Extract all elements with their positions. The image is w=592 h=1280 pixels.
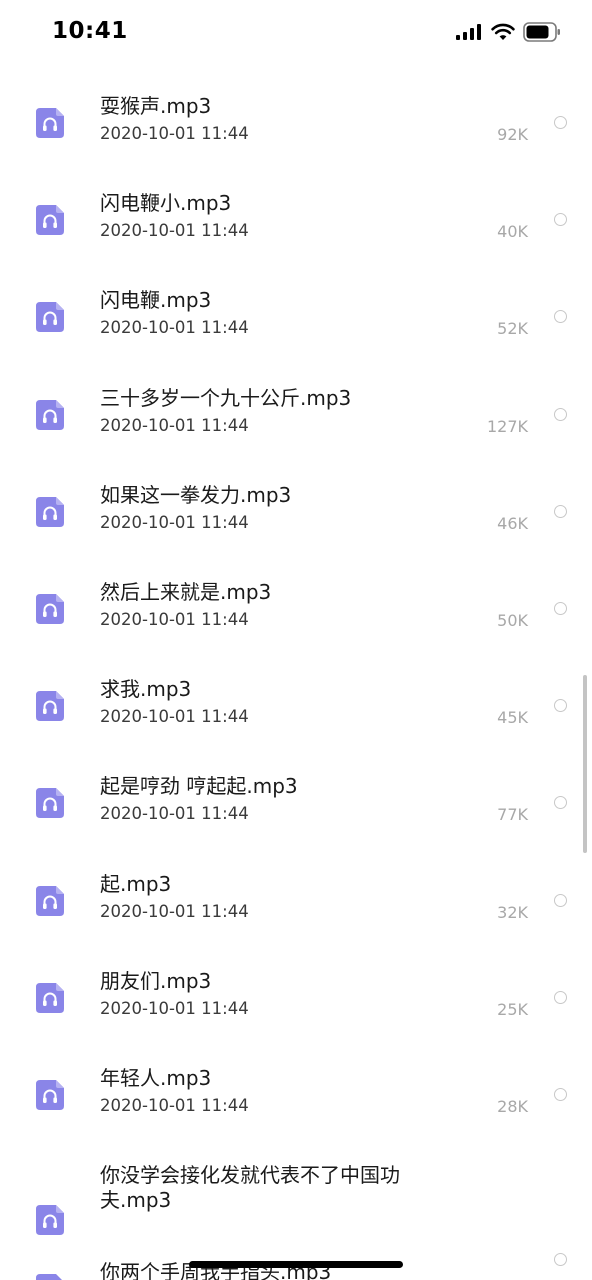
select-radio[interactable] <box>554 990 567 1004</box>
file-date: 2020-10-01 11:44 <box>100 1095 249 1115</box>
file-size: 25K <box>497 999 528 1019</box>
file-name: 起是哼劲 哼起起.mp3 <box>100 774 298 799</box>
audio-file-icon <box>36 302 64 333</box>
file-name: 求我.mp3 <box>100 677 192 702</box>
audio-file-icon <box>36 885 64 916</box>
file-name: 你没学会接化发就代表不了中国功夫.mp3 <box>100 1163 400 1213</box>
audio-file-icon <box>36 108 64 138</box>
select-radio[interactable] <box>554 213 567 227</box>
file-name: 如果这一拳发力.mp3 <box>100 482 292 507</box>
home-indicator[interactable] <box>189 1261 403 1268</box>
select-radio[interactable] <box>554 1087 567 1101</box>
select-radio[interactable] <box>554 116 567 129</box>
select-radio[interactable] <box>554 893 567 907</box>
battery-icon <box>523 22 560 42</box>
status-time: 10:41 <box>52 18 128 44</box>
audio-file-icon <box>36 205 64 236</box>
audio-file-icon <box>36 982 64 1013</box>
audio-file-icon <box>36 496 64 527</box>
audio-file-icon <box>36 1205 64 1236</box>
list-item[interactable]: 求我.mp3 2020-10-01 11:44 45K <box>0 651 592 748</box>
list-item[interactable]: 耍猴声.mp3 2020-10-01 11:44 92K <box>0 68 592 165</box>
cellular-signal-icon <box>456 24 481 40</box>
file-date: 2020-10-01 11:44 <box>100 901 249 921</box>
select-radio[interactable] <box>554 601 567 615</box>
screen: 10:41 耍猴声.mp3 2020-10-01 11:44 92K 闪电鞭小.… <box>0 0 592 1280</box>
select-radio[interactable] <box>554 407 567 421</box>
audio-file-icon <box>36 593 64 624</box>
file-size: 45K <box>497 708 528 728</box>
audio-file-icon <box>36 399 64 430</box>
file-date: 2020-10-01 11:44 <box>100 124 249 143</box>
status-bar: 10:41 <box>0 0 592 66</box>
list-item[interactable]: 闪电鞭.mp3 2020-10-01 11:44 52K <box>0 262 592 359</box>
wifi-icon <box>491 23 515 40</box>
list-item[interactable]: 朋友们.mp3 2020-10-01 11:44 25K <box>0 943 592 1040</box>
scrollbar[interactable] <box>583 675 587 853</box>
audio-file-icon <box>36 1079 64 1110</box>
audio-file-icon <box>36 691 64 722</box>
select-radio[interactable] <box>554 796 567 810</box>
file-name: 三十多岁一个九十公斤.mp3 <box>100 385 352 410</box>
file-date: 2020-10-01 11:44 <box>100 707 249 727</box>
file-name: 起.mp3 <box>100 871 172 896</box>
file-date: 2020-10-01 11:44 <box>100 804 249 824</box>
file-size: 77K <box>497 805 528 825</box>
file-name: 闪电鞭.mp3 <box>100 288 212 313</box>
file-name: 耍猴声.mp3 <box>100 94 212 118</box>
list-item[interactable]: 然后上来就是.mp3 2020-10-01 11:44 50K <box>0 554 592 651</box>
file-date: 2020-10-01 11:44 <box>100 512 249 532</box>
file-size: 32K <box>497 902 528 922</box>
file-date: 2020-10-01 11:44 <box>100 998 249 1018</box>
file-size: 46K <box>497 513 528 533</box>
list-item[interactable]: 三十多岁一个九十公斤.mp3 2020-10-01 11:44 127K <box>0 360 592 457</box>
file-size: 40K <box>497 222 528 242</box>
select-radio[interactable] <box>554 310 567 324</box>
file-size: 50K <box>497 610 528 630</box>
file-size: 28K <box>497 1096 528 1116</box>
list-item[interactable]: 年轻人.mp3 2020-10-01 11:44 28K <box>0 1040 592 1137</box>
file-name: 闪电鞭小.mp3 <box>100 191 232 216</box>
file-name: 年轻人.mp3 <box>100 1065 212 1090</box>
file-size: 92K <box>497 125 528 144</box>
audio-file-icon <box>36 788 64 819</box>
list-item[interactable]: 如果这一拳发力.mp3 2020-10-01 11:44 46K <box>0 457 592 554</box>
list-item[interactable]: 闪电鞭小.mp3 2020-10-01 11:44 40K <box>0 165 592 262</box>
file-list: 耍猴声.mp3 2020-10-01 11:44 92K 闪电鞭小.mp3 20… <box>0 68 592 1267</box>
file-date: 2020-10-01 11:44 <box>100 318 249 338</box>
audio-file-icon <box>36 1274 62 1280</box>
file-name: 然后上来就是.mp3 <box>100 579 272 604</box>
select-radio[interactable] <box>554 699 567 713</box>
file-date: 2020-10-01 11:44 <box>100 415 249 435</box>
list-item[interactable]: 起是哼劲 哼起起.mp3 2020-10-01 11:44 77K <box>0 748 592 845</box>
select-radio[interactable] <box>554 504 567 518</box>
list-item[interactable]: 起.mp3 2020-10-01 11:44 32K <box>0 846 592 943</box>
file-name: 朋友们.mp3 <box>100 968 212 993</box>
file-date: 2020-10-01 11:44 <box>100 609 249 629</box>
list-item[interactable]: 你没学会接化发就代表不了中国功夫.mp3 2020-10-01 11:44 20… <box>0 1137 592 1267</box>
file-size: 127K <box>486 416 528 436</box>
file-size: 52K <box>497 319 528 339</box>
file-date: 2020-10-01 11:44 <box>100 221 249 241</box>
